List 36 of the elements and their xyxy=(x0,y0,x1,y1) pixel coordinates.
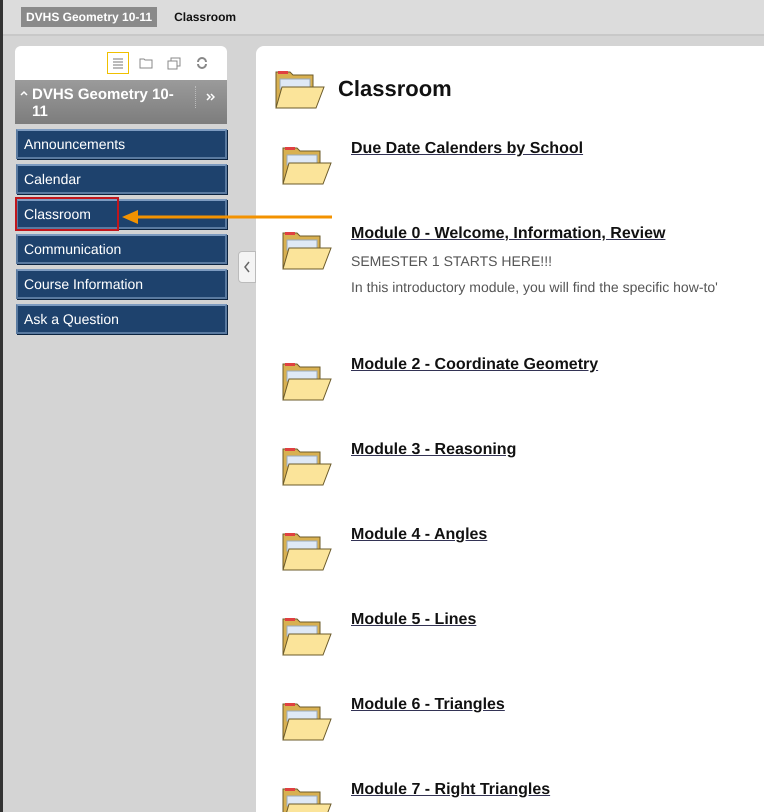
course-title: DVHS Geometry 10-11 xyxy=(32,86,175,120)
page-title: Classroom xyxy=(338,76,452,102)
folder-link[interactable]: Module 4 - Angles xyxy=(351,526,488,544)
folder-icon xyxy=(281,229,333,271)
folder-link[interactable]: Module 5 - Lines xyxy=(351,611,476,629)
menu-item[interactable]: Calendar xyxy=(16,164,227,194)
double-chevron-right-icon xyxy=(206,93,215,101)
folder-link[interactable]: Module 6 - Triangles xyxy=(351,696,505,714)
folder-icon xyxy=(281,530,333,572)
menu-item[interactable]: Ask a Question xyxy=(16,304,227,334)
folder-icon xyxy=(281,445,333,487)
folder-link[interactable]: Module 2 - Coordinate Geometry xyxy=(351,356,598,374)
folder-description: SEMESTER 1 STARTS HERE!!! xyxy=(351,253,553,269)
folder-icon xyxy=(281,360,333,402)
folder-icon xyxy=(274,68,326,110)
view-tool-button[interactable] xyxy=(107,52,129,74)
menu-item[interactable]: Communication xyxy=(16,234,227,264)
menu-item[interactable]: Classroom xyxy=(16,199,227,229)
menu-item[interactable]: Course Information xyxy=(16,269,227,299)
collapse-up-icon xyxy=(20,90,28,96)
folder-link[interactable]: Module 3 - Reasoning xyxy=(351,441,516,459)
list-icon xyxy=(112,57,124,69)
page-breadcrumb[interactable]: Classroom xyxy=(169,7,242,27)
folder-link[interactable]: Module 7 - Right Triangles xyxy=(351,781,550,799)
collapse-sidebar-button[interactable] xyxy=(238,251,256,283)
folder-link[interactable]: Module 0 - Welcome, Information, Review xyxy=(351,225,718,243)
menu-item[interactable]: Announcements xyxy=(16,129,227,159)
folder-outline-icon xyxy=(139,57,153,69)
folder-icon xyxy=(281,615,333,657)
refresh-icon xyxy=(196,57,208,69)
folder-description: In this introductory module, you will find the specific how-to' xyxy=(351,279,718,295)
chevron-left-icon xyxy=(243,261,251,273)
folder-icon xyxy=(281,700,333,742)
folder-link[interactable]: Due Date Calenders by School xyxy=(351,140,584,158)
folder-icon xyxy=(281,144,333,186)
windows-icon xyxy=(167,56,181,70)
